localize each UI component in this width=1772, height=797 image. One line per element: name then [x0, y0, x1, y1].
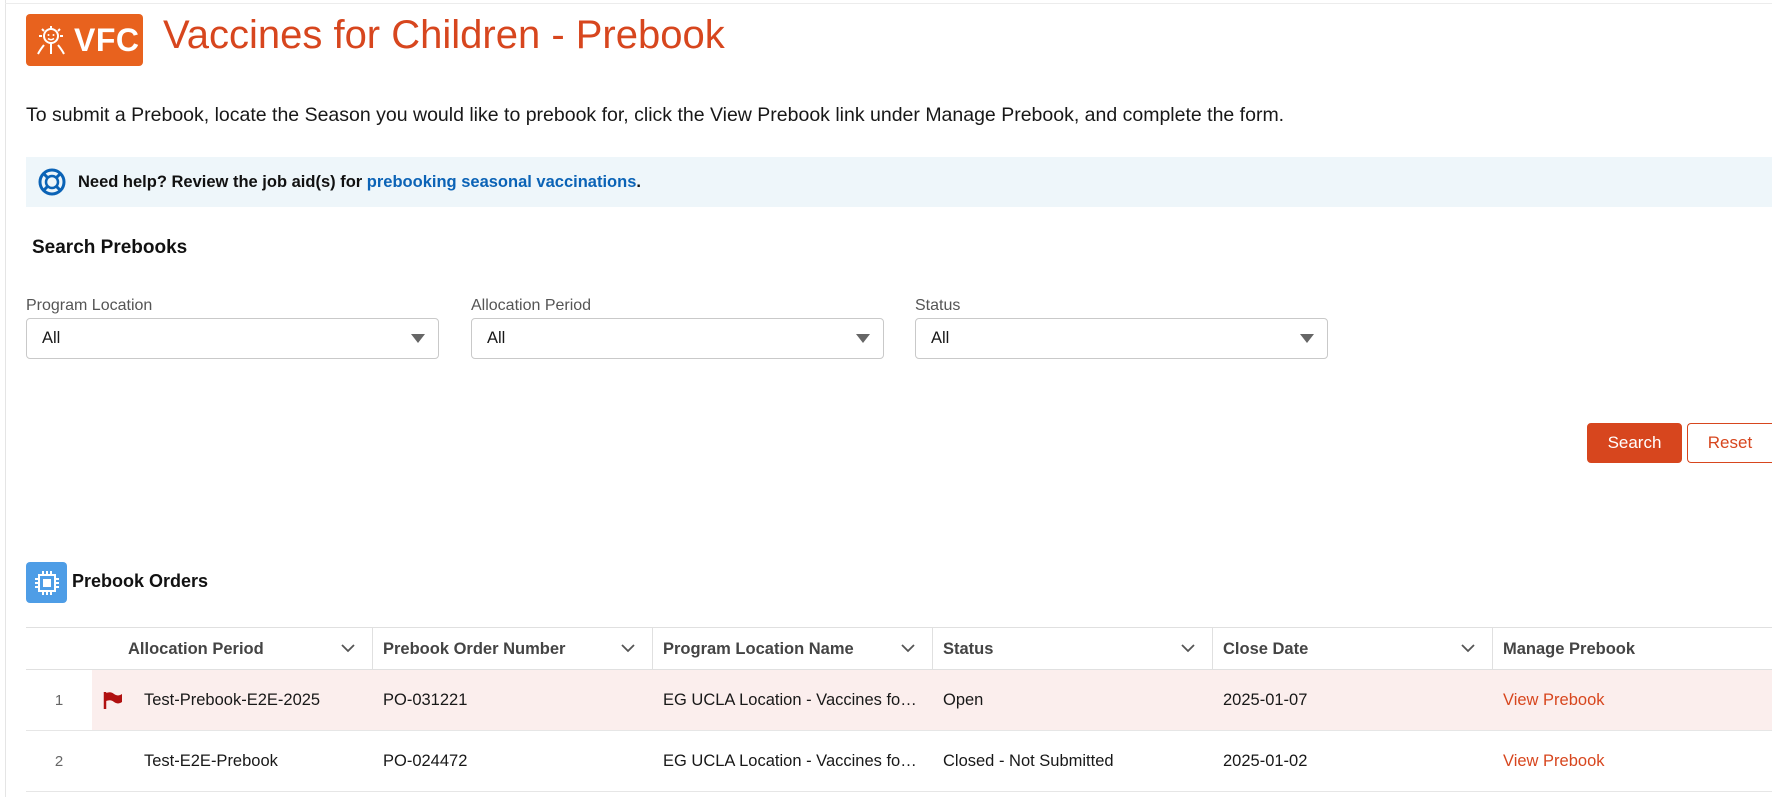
row-number: 1 [54, 691, 64, 709]
logo-text: VFC [74, 21, 140, 58]
allocation-period-select[interactable]: All [471, 318, 884, 359]
chip-icon [34, 570, 59, 595]
window-border-top [5, 3, 1772, 4]
location-cell: EG UCLA Location - Vaccines fo… [663, 751, 917, 770]
flag-icon [103, 692, 122, 709]
close-date-cell: 2025-01-07 [1223, 690, 1308, 709]
status-cell: Open [943, 690, 984, 709]
view-prebook-link[interactable]: View Prebook [1503, 731, 1605, 791]
column-header-label: Program Location Name [663, 639, 854, 658]
view-prebook-link[interactable]: View Prebook [1503, 670, 1605, 730]
allocation-period-label: Allocation Period [471, 297, 592, 314]
column-header-prebook-order-number[interactable]: Prebook Order Number [372, 628, 652, 670]
status-select[interactable]: All [915, 318, 1328, 359]
status-cell: Closed - Not Submitted [943, 751, 1114, 770]
chevron-down-icon[interactable] [1180, 640, 1196, 656]
program-location-select[interactable]: All [26, 318, 439, 359]
order-number-cell: PO-024472 [383, 751, 468, 770]
vfc-logo: VFC [26, 14, 143, 66]
page-title: Vaccines for Children - Prebook [163, 13, 725, 57]
program-location-value: All [42, 329, 61, 347]
column-header-program-location-name[interactable]: Program Location Name [652, 628, 932, 670]
column-header-label: Manage Prebook [1503, 639, 1636, 658]
status-label: Status [915, 297, 961, 314]
reset-button[interactable]: Reset [1687, 423, 1772, 463]
status-value: All [931, 329, 950, 347]
column-header-status[interactable]: Status [932, 628, 1212, 670]
column-header-label: Prebook Order Number [383, 639, 566, 658]
search-section-title: Search Prebooks [32, 237, 188, 258]
intro-text: To submit a Prebook, locate the Season y… [26, 104, 1285, 126]
vfc-emblem-icon [37, 26, 65, 55]
caret-down-icon [856, 334, 870, 343]
chevron-down-icon[interactable] [1460, 640, 1476, 656]
lifebuoy-icon [38, 168, 66, 196]
row-number: 2 [54, 752, 64, 770]
column-header-close-date[interactable]: Close Date [1212, 628, 1492, 670]
allocation-period-value: All [487, 329, 506, 347]
program-location-label: Program Location [26, 297, 153, 314]
search-button[interactable]: Search [1587, 423, 1682, 463]
allocation-period-cell: Test-Prebook-E2E-2025 [144, 690, 321, 709]
chevron-down-icon[interactable] [900, 640, 916, 656]
chevron-down-icon[interactable] [620, 640, 636, 656]
help-prefix: Need help? Review the job aid(s) for [78, 172, 367, 191]
table-header: Allocation Period Prebook Order Number P… [26, 627, 1772, 670]
order-number-cell: PO-031221 [383, 690, 468, 709]
column-header-allocation-period[interactable]: Allocation Period [92, 628, 372, 670]
chevron-down-icon[interactable] [340, 640, 356, 656]
job-aid-link[interactable]: prebooking seasonal vaccinations [367, 173, 637, 191]
column-header-manage-prebook: Manage Prebook [1492, 628, 1772, 670]
close-date-cell: 2025-01-02 [1223, 751, 1308, 770]
window-border [5, 0, 6, 797]
prebook-orders-title: Prebook Orders [72, 571, 209, 591]
column-header-label: Close Date [1223, 639, 1309, 658]
help-banner: Need help? Review the job aid(s) for pre… [26, 157, 1772, 207]
column-header-label: Status [943, 639, 994, 658]
help-suffix: . [636, 172, 641, 191]
orders-icon [26, 562, 67, 603]
table-row: 2 Test-E2E-Prebook PO-024472 EG UCLA Loc… [26, 731, 1772, 792]
caret-down-icon [411, 334, 425, 343]
caret-down-icon [1300, 334, 1314, 343]
help-text: Need help? Review the job aid(s) for pre… [78, 173, 641, 192]
table-row: 1 Test-Prebook-E2E-2025 PO-031221 EG UCL… [26, 670, 1772, 731]
location-cell: EG UCLA Location - Vaccines fo… [663, 690, 917, 709]
allocation-period-cell: Test-E2E-Prebook [144, 751, 278, 770]
column-header-label: Allocation Period [128, 639, 264, 658]
